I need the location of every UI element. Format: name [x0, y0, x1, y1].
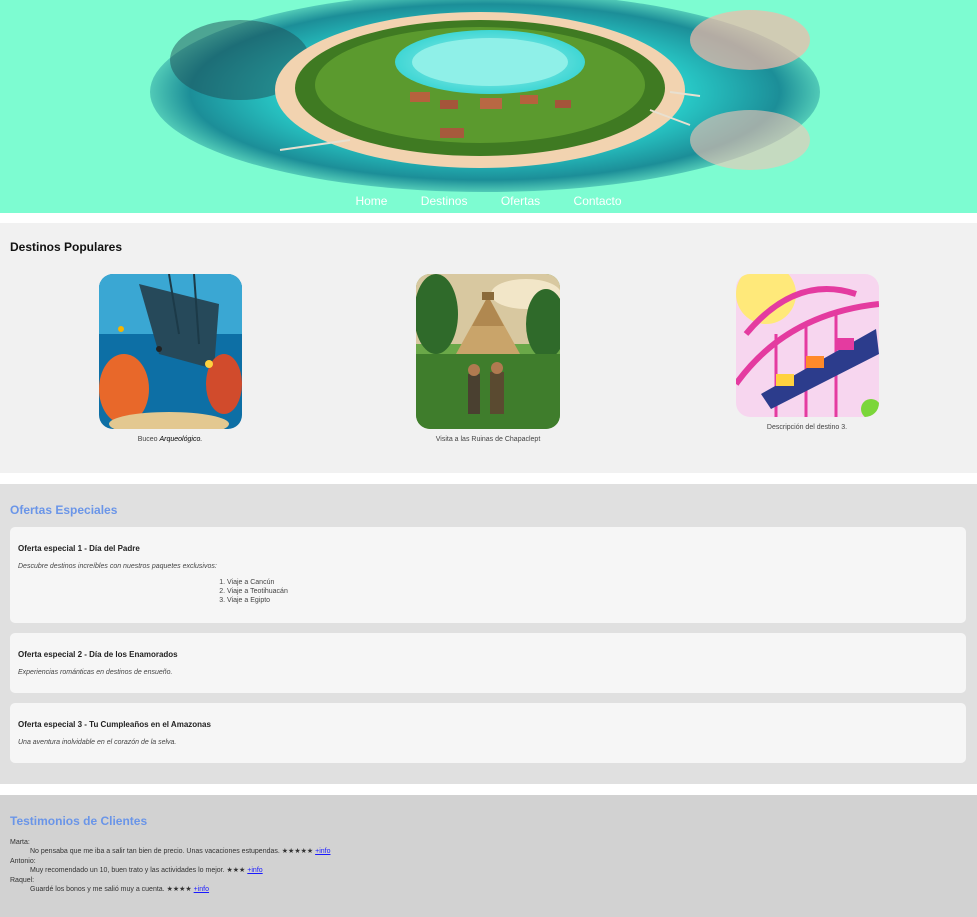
- info-link[interactable]: +info: [247, 867, 262, 874]
- destinations-heading: Destinos Populares: [10, 240, 123, 254]
- offer-title: Oferta especial 3 - Tu Cumpleaños en el …: [18, 720, 211, 729]
- destination-caption: Visita a las Ruinas de Chapaclept: [435, 436, 541, 443]
- destination-caption: Descripción del destino 3.: [766, 424, 848, 431]
- testimonial-author: Antonio:: [10, 857, 36, 865]
- offer-card-2: Oferta especial 2 - Día de los Enamorado…: [10, 633, 966, 693]
- testimonials-section: Testimonios de Clientes Marta: No pensab…: [0, 795, 977, 917]
- site-header: Home Destinos Ofertas Contacto: [0, 0, 977, 213]
- main-nav: Home Destinos Ofertas Contacto: [0, 192, 977, 210]
- testimonial-quote: Muy recomendado un 10, buen trato y las …: [30, 867, 263, 875]
- mayan-pyramid-ruins-image: [416, 274, 560, 429]
- destinations-section: Destinos Populares Buceo Arqueológico. V…: [0, 223, 977, 473]
- nav-contacto-link[interactable]: Contacto: [574, 194, 622, 208]
- underwater-shipwreck-image: [98, 274, 242, 429]
- testimonials-list: Marta: No pensaba que me iba a salir tan…: [10, 838, 330, 894]
- nav-ofertas-link[interactable]: Ofertas: [501, 194, 540, 208]
- nav-home-link[interactable]: Home: [355, 194, 387, 208]
- offer-card-1: Oferta especial 1 - Día del Padre Descub…: [10, 527, 966, 623]
- hero-island-image: [150, 0, 820, 192]
- offer-description: Experiencias románticas en destinos de e…: [18, 669, 173, 676]
- offer-description: Descubre destinos increíbles con nuestro…: [18, 563, 217, 570]
- offer-list: Viaje a Cancún Viaje a Teotihuacán Viaje…: [218, 578, 288, 605]
- offer-card-3: Oferta especial 3 - Tu Cumpleaños en el …: [10, 703, 966, 763]
- offers-section: Ofertas Especiales Oferta especial 1 - D…: [0, 484, 977, 784]
- offer-description: Una aventura inolvidable en el corazón d…: [18, 739, 177, 746]
- testimonial-quote: Guardé los bonos y me salió muy a cuenta…: [30, 886, 210, 894]
- nav-destinos-link[interactable]: Destinos: [421, 194, 468, 208]
- testimonial-author: Raquel:: [10, 876, 35, 884]
- testimonial-quote: No pensaba que me iba a salir tan bien d…: [30, 848, 331, 856]
- offer-list-item: Viaje a Teotihuacán: [227, 587, 288, 596]
- testimonials-heading: Testimonios de Clientes: [10, 814, 148, 828]
- testimonial-author: Marta:: [10, 839, 30, 846]
- info-link[interactable]: +info: [315, 848, 330, 855]
- roller-coaster-image: [735, 274, 879, 417]
- destination-card[interactable]: Visita a las Ruinas de Chapaclept: [378, 274, 598, 443]
- offer-title: Oferta especial 1 - Día del Padre: [18, 544, 140, 553]
- offer-list-item: Viaje a Cancún: [227, 578, 288, 587]
- destination-card[interactable]: Descripción del destino 3.: [697, 274, 917, 431]
- destination-caption: Buceo Arqueológico.: [137, 436, 203, 443]
- offers-heading: Ofertas Especiales: [10, 503, 118, 517]
- info-link[interactable]: +info: [194, 886, 209, 893]
- destination-card[interactable]: Buceo Arqueológico.: [60, 274, 280, 443]
- offer-title: Oferta especial 2 - Día de los Enamorado…: [18, 650, 178, 659]
- offer-list-item: Viaje a Egipto: [227, 596, 288, 605]
